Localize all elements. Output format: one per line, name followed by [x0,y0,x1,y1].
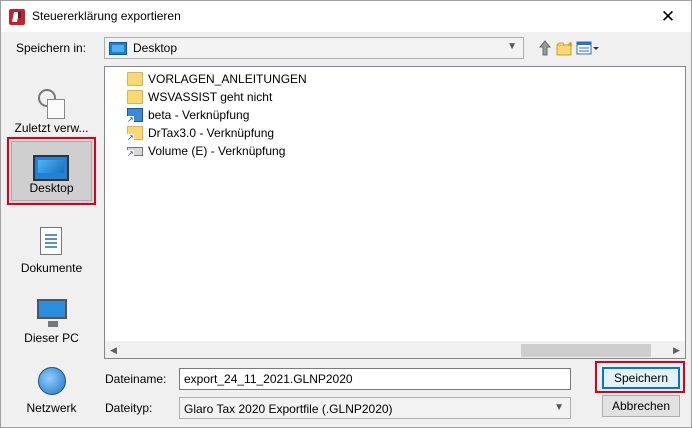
filetype-label: Dateityp: [105,401,153,415]
file-list[interactable]: VORLAGEN_ANLEITUNGEN WSVASSIST geht nich… [104,66,686,359]
file-name: Volume (E) - Verknüpfung [148,144,286,158]
close-button[interactable]: ✕ [645,1,691,32]
place-label: Zuletzt verw... [14,121,89,135]
file-name: WSVASSIST geht nicht [148,90,273,104]
app-icon [9,9,25,25]
list-item[interactable]: Volume (E) - Verknüpfung [127,142,285,160]
place-network[interactable]: Netzwerk [7,355,96,423]
places-bar: Zuletzt verw... Desktop Dokumente Dieser… [7,67,96,417]
list-item[interactable]: DrTax3.0 - Verknüpfung [127,124,274,142]
horizontal-scrollbar[interactable]: ◀ ▶ [105,341,685,358]
scroll-left-icon[interactable]: ◀ [105,342,122,359]
place-documents[interactable]: Dokumente [7,215,96,283]
scroll-right-icon[interactable]: ▶ [668,342,685,359]
save-in-dropdown[interactable]: Desktop ▼ [104,37,524,59]
filetype-dropdown[interactable]: Glaro Tax 2020 Exportfile (.GLNP2020) ▼ [179,397,571,419]
list-item[interactable]: VORLAGEN_ANLEITUNGEN [127,70,307,88]
place-label: Dieser PC [24,331,79,345]
documents-icon [40,227,62,255]
list-item[interactable]: WSVASSIST geht nicht [127,88,272,106]
cancel-button[interactable]: Abbrechen [602,395,680,417]
place-desktop[interactable]: Desktop [7,137,96,205]
shortcut-icon [127,108,143,124]
folder-icon [127,90,143,104]
list-item[interactable]: beta - Verknüpfung [127,106,249,124]
new-folder-icon[interactable]: ✷ [556,39,574,57]
shortcut-folder-icon [127,126,143,142]
filename-label: Dateiname: [105,372,167,386]
scrollbar-thumb[interactable] [521,344,651,357]
place-label: Desktop [29,181,74,195]
svg-text:✷: ✷ [567,40,574,49]
desktop-folder-icon [109,42,127,55]
folder-icon [127,72,143,86]
chevron-down-icon: ▼ [554,402,564,413]
recent-places-icon [38,89,68,119]
file-name: DrTax3.0 - Verknüpfung [148,126,275,140]
file-name: beta - Verknüpfung [148,108,250,122]
filename-input[interactable] [179,368,571,390]
place-this-pc[interactable]: Dieser PC [7,285,96,353]
view-menu-icon[interactable] [576,39,600,57]
save-in-value: Desktop [133,41,178,55]
save-dialog: Steuererklärung exportieren ✕ Speichern … [0,0,692,428]
network-icon [38,367,66,395]
file-name: VORLAGEN_ANLEITUNGEN [148,72,307,86]
desktop-icon [33,155,69,181]
place-label: Dokumente [20,261,83,275]
drive-shortcut-icon [127,146,143,158]
scrollbar-track[interactable] [122,343,522,358]
save-in-label: Speichern in: [16,41,87,55]
up-folder-icon[interactable] [536,39,554,57]
chevron-down-icon: ▼ [507,41,517,52]
this-pc-icon [37,299,67,327]
title-bar[interactable]: Steuererklärung exportieren ✕ [1,1,691,32]
place-recent[interactable]: Zuletzt verw... [7,75,96,143]
filetype-value: Glaro Tax 2020 Exportfile (.GLNP2020) [184,402,393,416]
window-title: Steuererklärung exportieren [32,9,181,23]
save-button[interactable]: Speichern [602,367,680,389]
place-label: Netzwerk [26,401,77,415]
